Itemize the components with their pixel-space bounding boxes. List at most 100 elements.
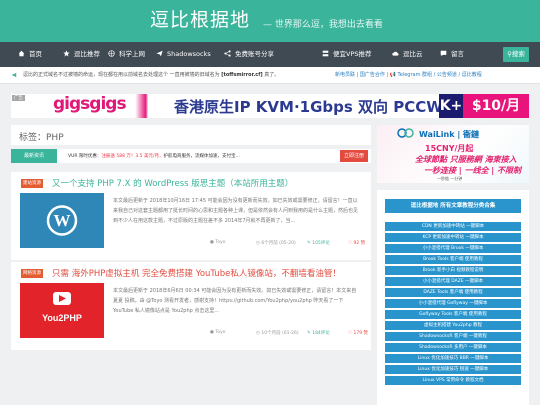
ticker-text-b: 注册送 588 万！3.5 美元/月， [101, 154, 164, 159]
author-name: Toyo [215, 240, 226, 245]
likes-text: 179 赞 [353, 331, 368, 336]
gigsgigs-banner-ad[interactable]: 广告 gigsgigs 香港原生IP KVM·1Gbps 双向 PCCW HKB… [11, 94, 529, 118]
wailink-slogan-2: 一秒连接 | 一线全 | 不限制 [424, 166, 521, 175]
time-text: 10个月前 (01-26) [261, 331, 299, 336]
post-comments[interactable]: ✎ 105评论 [307, 240, 330, 246]
notice-domain[interactable]: [toffsmirror.cf] [221, 72, 263, 78]
sidebar-ad-background: WaiLink | 衞鏈 15CNY/月起 全球節點 只服務網 海東接入 一秒连… [377, 125, 529, 183]
sidebar-link[interactable]: DAZE Tools 客户端 使用教程 [385, 288, 521, 297]
sidebar-link[interactable]: CDN 更新加速中转站 一键脚本 [385, 222, 521, 231]
post-card: 网络资源 只需 海外PHP虚拟主机 完全免费搭建 YouTube私人镜像站，不翻… [11, 262, 371, 350]
comment-icon [440, 50, 447, 57]
sidebar-link[interactable]: Linux 优化加速技巧 锐速 一键脚本 [385, 365, 521, 374]
post-card: 建站资源 又一个支持 PHP 7.X 的 WordPress 版思主题（本站所用… [11, 172, 371, 260]
sidebar-link[interactable]: Brook 新手小白 视频教程说明 [385, 266, 521, 275]
nav-item-free-accounts[interactable]: 免费账号分享 [224, 42, 274, 67]
register-button[interactable]: 立即注册 [340, 150, 368, 162]
sidebar-link[interactable]: Linux VPS 常用命令 教程文档 [385, 376, 521, 385]
wailink-slogan-1: 全球節點 只服務網 海東接入 [415, 155, 517, 164]
share-icon [224, 50, 231, 57]
sidebar-link[interactable]: Goflyway Tools 客户端 使用教程 [385, 310, 521, 319]
site-title[interactable]: 逗比根据地 [150, 5, 250, 32]
post-excerpt: 本文最后更新于 2018年6月6日 00:34 可能会因为没有更新而失效。如已失… [113, 288, 357, 314]
news-ticker: 最新资讯 VUR 限时优惠：注册送 588 万！3.5 美元/月，护航电商服务，… [11, 149, 371, 163]
comments-text: 105评论 [312, 241, 330, 246]
post-category-badge[interactable]: 建站资源 [21, 179, 43, 188]
nav-item-label: 免费账号分享 [235, 50, 274, 58]
post-comments[interactable]: ✎ 184评论 [307, 330, 330, 336]
sidebar-list: CDN 更新加速中转站 一键脚本 KCP 更新加速中转站 一键脚本 小小混搭代理… [385, 222, 521, 387]
star-icon [63, 50, 70, 57]
author-name: Toyo [215, 330, 226, 335]
wailink-footer: 一秒链 一分钟 [437, 176, 463, 181]
nav-item-vps[interactable]: 便宜VPS推荐 [322, 42, 372, 67]
notice-text: 逗比的正式域名不过被墙的命运，现在都在用以前域名去处理这个 一直用被墙的旧域名为… [23, 71, 279, 78]
notice-bar: 逗比的正式域名不过被墙的命运，现在都在用以前域名去处理这个 一直用被墙的旧域名为… [0, 67, 540, 84]
likes-text: 92 赞 [353, 241, 366, 246]
nav-item-label: 便宜VPS推荐 [333, 50, 372, 58]
sidebar-link[interactable]: ShadowsocksR 多用户 一键脚本 [385, 343, 521, 352]
home-icon [18, 50, 25, 57]
notice-suffix: 真了。 [262, 72, 280, 78]
wailink-sidebar-ad[interactable]: WaiLink | 衞鏈 15CNY/月起 全球節點 只服務網 海東接入 一秒连… [377, 125, 529, 183]
post-category-badge[interactable]: 网络资源 [21, 269, 43, 278]
site-subtitle: — 世界那么逗，我想出去看看 [263, 20, 383, 30]
globe-icon [108, 50, 115, 57]
post-thumbnail[interactable]: W [20, 193, 104, 248]
comments-text: 184评论 [312, 331, 330, 336]
post-time: ◷ 10个月前 (01-26) [256, 330, 299, 336]
ticker-text-a: VUR 限时优惠： [68, 154, 102, 159]
sidebar-link[interactable]: KCP 更新加速中转站 一键脚本 [385, 233, 521, 242]
sidebar-link[interactable]: 小小混搭代理 Brook 一键脚本 [385, 244, 521, 253]
nav-item-shadowsocks[interactable]: Shadowsocks [156, 42, 211, 67]
post-title[interactable]: 只需 海外PHP虚拟主机 完全免费搭建 YouTube私人镜像站，不翻墙看油管！ [52, 267, 341, 279]
sidebar-link[interactable]: 虚拟主机搭建 You2php 教程 [385, 321, 521, 330]
latest-news-button[interactable]: 最新资讯 [11, 149, 57, 163]
sidebar-link[interactable]: 小小混搭代理 DAZE 一键脚本 [385, 277, 521, 286]
svg-text:W: W [54, 211, 71, 230]
sidebar-categories: 逗比根据地 所有文章教程分类合集 CDN 更新加速中转站 一键脚本 KCP 更新… [377, 190, 529, 405]
ad-label: 广告 [12, 95, 25, 101]
post-author[interactable]: ● Toyo [210, 330, 226, 335]
paper-plane-icon [156, 50, 163, 57]
post-time: ◷ 6个月前 (05-20) [256, 240, 296, 246]
thumb-label: You2PHP [42, 313, 82, 323]
banner-plus: K+ [439, 94, 463, 118]
wailink-brand: WaiLink | 衞鏈 [419, 130, 480, 139]
post-excerpt: 本文最后更新于 2018年10月16日 17:45 可能会因为没有更新而失效。如… [113, 198, 359, 224]
notice-links[interactable]: 新电员联 | 国广告合作 | 📢 Telegram 群组 / 公告频道 / 逗比… [335, 71, 482, 78]
sidebar-title[interactable]: 逗比根据地 所有文章教程分类合集 [385, 199, 521, 213]
wailink-logo-icon [397, 128, 414, 138]
ticker-text-c: 护航电商服务，流媒体加速，支付宝... [163, 154, 240, 159]
sidebar-link[interactable]: ShadowsocksR 客户端 一键教程 [385, 332, 521, 341]
speaker-icon [12, 72, 17, 78]
ticker-text[interactable]: VUR 限时优惠：注册送 588 万！3.5 美元/月，护航电商服务，流媒体加速… [68, 153, 240, 159]
nav-item-proxy[interactable]: 科学上网 [108, 42, 145, 67]
search-label: 搜索 [511, 50, 525, 58]
banner-logo: gigsgigs [53, 94, 127, 114]
nav-item-label: 留言 [451, 50, 464, 58]
nav-item-cloud[interactable]: 逗比云 [392, 42, 423, 67]
post-likes[interactable]: ♡ 179 赞 [348, 330, 368, 336]
nav-item-label: 科学上网 [119, 50, 145, 58]
post-likes[interactable]: ♡ 92 赞 [348, 240, 365, 246]
sidebar-link[interactable]: 小小混搭代理 Goflyway 一键脚本 [385, 299, 521, 308]
time-text: 6个月前 (05-20) [261, 241, 296, 246]
nav-item-label: 首页 [29, 50, 42, 58]
page-title: 标签：PHP [19, 133, 64, 143]
you2php-logo-icon: You2PHP [42, 292, 82, 323]
nav-item-guestbook[interactable]: 留言 [440, 42, 464, 67]
main-nav: 首页 逗比推荐 科学上网 Shadowsocks 免费账号分享 便宜VPS推荐 … [0, 42, 540, 67]
tag-header: 标签：PHP [11, 125, 371, 145]
post-author[interactable]: ● Toyo [210, 240, 226, 245]
post-thumbnail[interactable]: You2PHP [20, 283, 104, 338]
nav-item-recommend[interactable]: 逗比推荐 [63, 42, 100, 67]
sidebar-link[interactable]: Linux 优化加速技巧 BBR 一键脚本 [385, 354, 521, 363]
cloud-icon [392, 51, 399, 56]
nav-item-home[interactable]: 首页 [18, 42, 42, 67]
search-button[interactable]: ⚲搜索 [503, 47, 529, 62]
nav-item-label: 逗比云 [403, 50, 423, 58]
post-title[interactable]: 又一个支持 PHP 7.X 的 WordPress 版思主题（本站所用主题） [52, 177, 293, 189]
sidebar-link[interactable]: Brook Tools 客户端 使用教程 [385, 255, 521, 264]
notice-prefix: 逗比的正式域名不过被墙的命运，现在都在用以前域名去处理这个 一直用被墙的旧域名为 [23, 72, 222, 78]
